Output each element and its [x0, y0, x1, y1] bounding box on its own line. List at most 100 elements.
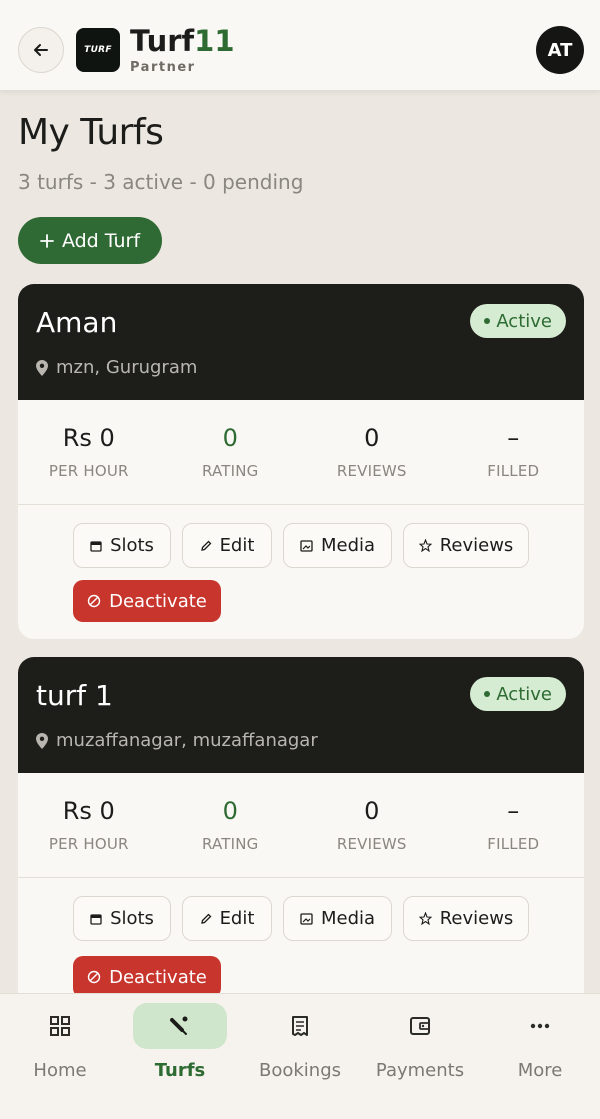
logo-text: TURF: [84, 45, 112, 55]
turf-location: mzn, Gurugram: [36, 357, 197, 378]
image-icon: [300, 539, 313, 552]
slots-button[interactable]: Slots: [73, 523, 171, 568]
media-label: Media: [320, 535, 376, 556]
deactivate-button[interactable]: Deactivate: [73, 956, 221, 998]
slots-label: Slots: [110, 908, 154, 929]
arrow-left-icon: [34, 44, 48, 56]
turf-location: muzaffanagar, muzaffanagar: [36, 730, 318, 751]
pencil-icon: [200, 540, 211, 551]
back-button[interactable]: [18, 27, 64, 73]
reviews-button[interactable]: Reviews: [403, 523, 529, 568]
media-button[interactable]: Media: [283, 896, 392, 941]
turf-card-header: Aman Active mzn, Gurugram: [18, 284, 584, 400]
stat-reviews: 0 REVIEWS: [301, 400, 443, 504]
ban-icon: [87, 970, 101, 984]
brand: Turf11 Partner: [130, 24, 235, 75]
deactivate-button[interactable]: Deactivate: [73, 580, 221, 622]
add-turf-label: Add Turf: [61, 229, 141, 252]
media-button[interactable]: Media: [283, 523, 392, 568]
ban-icon: [87, 594, 101, 608]
nav-pill-active: [133, 1003, 227, 1049]
nav-item-more[interactable]: More: [480, 994, 600, 1119]
edit-button[interactable]: Edit: [182, 523, 272, 568]
turf-stats: Rs 0 PER HOUR 0 RATING 0 REVIEWS – FILLE…: [18, 773, 584, 878]
stat-rating: 0 RATING: [160, 400, 302, 504]
nav-item-bookings[interactable]: Bookings: [240, 994, 360, 1119]
app-header: TURF Turf11 Partner AT: [0, 0, 600, 90]
stat-filled: – FILLED: [443, 773, 585, 877]
media-label: Media: [320, 908, 376, 929]
nav-label-home: Home: [33, 1060, 87, 1081]
stat-filled-value: –: [507, 797, 520, 825]
nav-pill: [373, 1003, 467, 1049]
stat-price-label: PER HOUR: [48, 835, 129, 853]
slots-label: Slots: [110, 535, 154, 556]
stat-reviews-value: 0: [364, 424, 380, 452]
turf-card: Aman Active mzn, Gurugram Rs 0 PER HOUR …: [18, 284, 584, 639]
nav-label-payments: Payments: [375, 1060, 465, 1081]
receipt-icon: [292, 1016, 308, 1036]
bottom-nav: Home Turfs Bookings Payments More: [0, 993, 600, 1119]
turf-stats: Rs 0 PER HOUR 0 RATING 0 REVIEWS – FILLE…: [18, 400, 584, 505]
turf-name: Aman: [36, 306, 118, 339]
add-turf-button[interactable]: Add Turf: [18, 217, 162, 264]
nav-label-bookings: Bookings: [258, 1060, 341, 1081]
stat-rating-value: 0: [222, 797, 238, 825]
page-subtitle: 3 turfs - 3 active - 0 pending: [18, 170, 304, 194]
avatar[interactable]: AT: [536, 26, 584, 74]
calendar-icon: [90, 540, 102, 552]
star-icon: [418, 912, 432, 925]
stat-filled: – FILLED: [443, 400, 585, 504]
stat-rating-value: 0: [222, 424, 238, 452]
status-dot-icon: [484, 318, 491, 324]
nav-label-turfs: Turfs: [154, 1060, 206, 1081]
stat-price-label: PER HOUR: [48, 462, 129, 480]
stat-rating-label: RATING: [201, 462, 259, 480]
location-pin-icon: [36, 732, 48, 749]
nav-item-home[interactable]: Home: [0, 994, 120, 1119]
status-label: Active: [496, 683, 552, 705]
stat-reviews: 0 REVIEWS: [301, 773, 443, 877]
nav-item-turfs[interactable]: Turfs: [120, 994, 240, 1119]
brand-name: Turf11: [130, 24, 235, 58]
nav-item-payments[interactable]: Payments: [360, 994, 480, 1119]
pencil-icon: [200, 913, 211, 924]
status-badge: Active: [470, 677, 566, 711]
brand-subtitle: Partner: [130, 60, 196, 75]
stat-price: Rs 0 PER HOUR: [18, 773, 160, 877]
nav-label-more: More: [517, 1060, 563, 1081]
brand-name-main: Turf: [130, 24, 195, 58]
cricket-bat-icon: [170, 1016, 188, 1035]
brand-logo: TURF: [76, 28, 120, 72]
reviews-label: Reviews: [439, 535, 514, 556]
stat-reviews-label: REVIEWS: [336, 462, 407, 480]
stat-reviews-value: 0: [364, 797, 380, 825]
location-pin-icon: [36, 359, 48, 376]
page-title: My Turfs: [18, 112, 164, 153]
reviews-button[interactable]: Reviews: [403, 896, 529, 941]
more-dots-icon: [530, 1023, 550, 1029]
image-icon: [300, 912, 313, 925]
stat-rating: 0 RATING: [160, 773, 302, 877]
nav-pill: [253, 1003, 347, 1049]
status-dot-icon: [484, 691, 491, 697]
plus-icon: [40, 233, 54, 248]
wallet-icon: [410, 1017, 430, 1035]
stat-price: Rs 0 PER HOUR: [18, 400, 160, 504]
nav-pill: [13, 1003, 107, 1049]
edit-label: Edit: [219, 908, 255, 929]
nav-pill: [493, 1003, 587, 1049]
turf-location-text: muzaffanagar, muzaffanagar: [56, 730, 318, 751]
turf-card-header: turf 1 Active muzaffanagar, muzaffanagar: [18, 657, 584, 773]
stat-filled-label: FILLED: [487, 462, 540, 480]
status-label: Active: [496, 310, 552, 332]
calendar-icon: [90, 913, 102, 925]
slots-button[interactable]: Slots: [73, 896, 171, 941]
stat-price-value: Rs 0: [62, 424, 115, 452]
edit-button[interactable]: Edit: [182, 896, 272, 941]
deactivate-label: Deactivate: [109, 966, 207, 988]
stat-price-value: Rs 0: [62, 797, 115, 825]
star-icon: [418, 539, 432, 552]
turf-card: turf 1 Active muzaffanagar, muzaffanagar…: [18, 657, 584, 1017]
stat-reviews-label: REVIEWS: [336, 835, 407, 853]
